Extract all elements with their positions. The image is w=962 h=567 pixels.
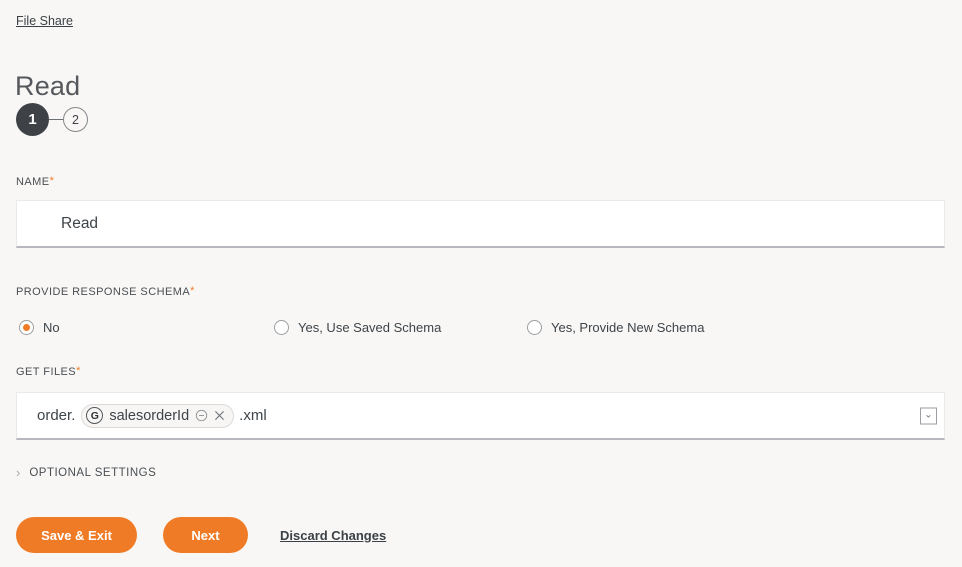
save-and-exit-button[interactable]: Save & Exit	[16, 517, 137, 553]
step-1-number: 1	[28, 111, 37, 128]
schema-field-label: PROVIDE RESPONSE SCHEMA*	[16, 285, 195, 299]
get-files-required-marker: *	[76, 365, 81, 377]
minus-circle-icon[interactable]	[195, 409, 208, 422]
radio-mark-use-saved-schema[interactable]	[274, 320, 289, 335]
name-input-value: Read	[61, 214, 99, 232]
step-connector-line	[49, 119, 63, 120]
step-2-number: 2	[72, 112, 79, 127]
get-files-input[interactable]: order. G salesorderId .xml ⌄	[16, 392, 945, 440]
radio-label-no: No	[43, 320, 60, 335]
radio-mark-no[interactable]	[19, 320, 34, 335]
schema-radio-group: No Yes, Use Saved Schema Yes, Provide Ne…	[16, 320, 945, 342]
radio-label-provide-new-schema: Yes, Provide New Schema	[551, 320, 705, 335]
page-title: Read	[15, 71, 81, 102]
schema-required-marker: *	[190, 285, 195, 297]
radio-option-no[interactable]: No	[19, 320, 60, 335]
breadcrumb-file-share[interactable]: File Share	[16, 13, 73, 29]
get-files-field-label: GET FILES*	[16, 365, 81, 379]
variable-token-label: salesorderId	[109, 407, 190, 424]
read-step-page: File Share Read 1 2 NAME* Read PROVIDE R…	[0, 0, 962, 567]
global-variable-badge-icon: G	[86, 407, 104, 424]
get-files-label-text: GET FILES	[16, 366, 77, 378]
get-files-suffix-text: .xml	[239, 407, 267, 424]
step-indicator: 1 2	[16, 103, 88, 136]
close-icon[interactable]	[213, 409, 226, 422]
schema-label-text: PROVIDE RESPONSE SCHEMA	[16, 286, 191, 298]
name-input[interactable]: Read	[16, 200, 945, 248]
variable-token-chip[interactable]: G salesorderId	[81, 403, 235, 428]
chevron-right-icon: ›	[16, 465, 21, 480]
get-files-token-line: order. G salesorderId .xml	[37, 403, 267, 428]
radio-option-use-saved-schema[interactable]: Yes, Use Saved Schema	[274, 320, 441, 335]
discard-changes-link[interactable]: Discard Changes	[280, 528, 386, 543]
name-label-text: NAME	[16, 176, 50, 188]
radio-label-use-saved-schema: Yes, Use Saved Schema	[298, 320, 442, 335]
get-files-prefix-text: order.	[37, 407, 76, 424]
radio-option-provide-new-schema[interactable]: Yes, Provide New Schema	[527, 320, 704, 335]
name-required-marker: *	[49, 175, 55, 187]
chevron-down-icon[interactable]: ⌄	[920, 407, 937, 424]
name-field-label: NAME*	[16, 175, 55, 189]
next-button[interactable]: Next	[163, 517, 248, 553]
form-actions: Save & Exit Next Discard Changes	[16, 517, 386, 553]
optional-settings-toggle[interactable]: › OPTIONAL SETTINGS	[16, 466, 156, 479]
step-2[interactable]: 2	[63, 107, 88, 132]
optional-settings-label: OPTIONAL SETTINGS	[29, 466, 157, 479]
radio-mark-provide-new-schema[interactable]	[527, 320, 542, 335]
step-1[interactable]: 1	[16, 103, 49, 136]
